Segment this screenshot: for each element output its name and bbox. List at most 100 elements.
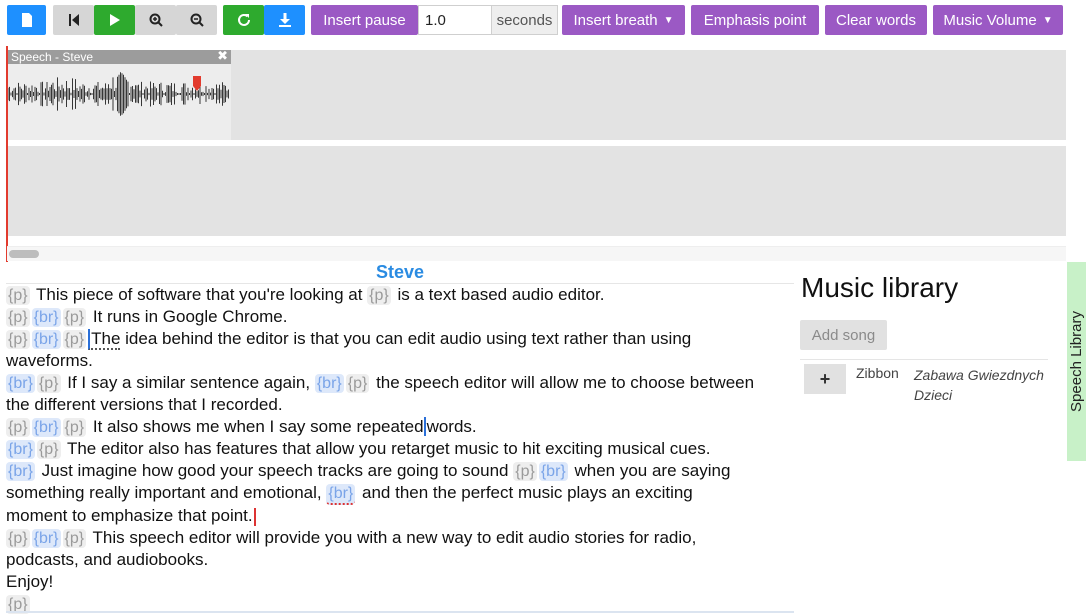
transcript-text[interactable]: Enjoy! [6, 572, 53, 591]
transcript-text[interactable]: waveforms. [6, 351, 93, 370]
transcript-line: waveforms. [6, 350, 794, 372]
speech-library-tab[interactable]: Speech Library [1067, 262, 1086, 461]
transcript-text[interactable]: If I say a similar sentence again, [67, 373, 310, 392]
pause-tag[interactable]: {p} [62, 418, 87, 437]
transcript-text[interactable]: It also shows me when I say some repeate… [93, 417, 424, 436]
emphasis-marker[interactable] [193, 76, 201, 91]
clear-words-button[interactable]: Clear words [825, 5, 927, 35]
insert-breath-dropdown[interactable]: Insert breath ▼ [562, 5, 685, 35]
timeline: Speech - Steve ✖ [0, 44, 1070, 262]
music-volume-dropdown[interactable]: Music Volume ▼ [933, 5, 1063, 35]
insert-pause-button[interactable]: Insert pause [311, 5, 418, 35]
caret-down-icon: ▼ [1042, 14, 1053, 26]
pause-tag[interactable]: {p} [6, 330, 30, 349]
transcript-line: Enjoy! [6, 571, 794, 593]
transcript-text[interactable]: The editor also has features that allow … [67, 439, 710, 458]
transcript-text[interactable]: words. [423, 417, 477, 436]
zoom-out-button[interactable] [176, 5, 217, 35]
pause-tag[interactable]: {p} [6, 529, 30, 548]
song-row: + Zibbon Zabawa Gwiezdnych Dzieci [804, 364, 1048, 408]
transcript-line: {p} {br} {p} It runs in Google Chrome. [6, 306, 794, 328]
breath-tag[interactable]: {br} [6, 374, 35, 393]
refresh-button[interactable] [223, 5, 264, 35]
pause-tag[interactable]: {p} [36, 374, 61, 393]
insert-pause-label: Insert pause [323, 11, 406, 29]
transcript-line: moment to emphasize that point. [6, 505, 794, 527]
divider [800, 359, 1048, 360]
transcript-text[interactable]: the different versions that I recorded. [6, 395, 283, 414]
music-track[interactable] [7, 146, 1066, 236]
breath-tag[interactable]: {br} [6, 440, 35, 459]
breath-tag[interactable]: {br} [31, 529, 61, 548]
music-library-title: Music library [801, 272, 959, 303]
transcript-line: {p} {br} {p} It also shows me when I say s… [6, 416, 794, 438]
pause-tag[interactable]: {p} [6, 286, 30, 305]
add-to-track-button[interactable]: + [804, 364, 846, 394]
clip-title: Speech - Steve [11, 50, 94, 64]
song-title: Zabawa Gwiezdnych Dzieci [914, 367, 1044, 403]
pause-seconds-input[interactable] [418, 5, 492, 35]
pause-tag[interactable]: {p} [62, 330, 87, 349]
file-icon [21, 13, 32, 27]
toolbar: Insert pause seconds Insert breath ▼ Emp… [0, 0, 1086, 40]
pause-tag[interactable]: {p} [345, 374, 370, 393]
transcript-text[interactable]: This piece of software that you're looki… [36, 285, 362, 304]
zoom-in-icon [149, 13, 163, 27]
add-song-button[interactable]: Add song [800, 320, 887, 350]
transcript-text[interactable]: the speech editor will allow me to choos… [376, 373, 754, 392]
transcript-line: {br} Just imagine how good your speech t… [6, 460, 794, 482]
editor-bottom-border [6, 611, 794, 613]
close-icon[interactable]: ✖ [217, 49, 228, 63]
transcript-text[interactable]: The [88, 329, 121, 350]
breath-tag[interactable]: {br} [326, 484, 356, 505]
pause-tag[interactable]: {p} [62, 308, 87, 327]
transcript-text[interactable]: idea behind the editor is that you can e… [125, 329, 691, 348]
emphasis-point-label: Emphasis point [703, 11, 807, 29]
zoom-in-button[interactable] [135, 5, 176, 35]
pause-tag[interactable]: {p} [6, 308, 30, 327]
pause-tag[interactable]: {p} [6, 418, 30, 437]
timeline-scrollbar[interactable] [7, 246, 1066, 261]
pause-tag[interactable]: {p} [36, 440, 61, 459]
refresh-icon [237, 13, 250, 26]
transcript-text[interactable]: podcasts, and audiobooks. [6, 550, 208, 569]
breath-tag[interactable]: {br} [314, 374, 344, 393]
pause-tag[interactable]: {p} [513, 462, 537, 481]
transcript-text[interactable]: is a text based audio editor. [398, 285, 605, 304]
scrollbar-thumb[interactable] [9, 250, 39, 258]
breath-tag[interactable]: {br} [538, 462, 568, 481]
transcript-line: {p} This piece of software that you're l… [6, 284, 794, 306]
transcript-line: {br} {p} If I say a similar sentence agai… [6, 372, 794, 394]
skip-back-button[interactable] [53, 5, 94, 35]
music-volume-label: Music Volume [943, 11, 1037, 29]
clip-header: Speech - Steve ✖ [7, 49, 231, 64]
caret-down-icon: ▼ [663, 14, 674, 26]
breath-tag[interactable]: {br} [31, 330, 61, 349]
transcript-text[interactable]: something really important and emotional… [6, 483, 322, 502]
emphasis-point-button[interactable]: Emphasis point [691, 5, 819, 35]
transcript-text[interactable]: Just imagine how good your speech tracks… [42, 461, 509, 480]
skip-back-icon [68, 14, 79, 26]
transcript-line: podcasts, and audiobooks. [6, 549, 794, 571]
download-button[interactable] [264, 5, 305, 35]
transcript-text[interactable]: This speech editor will provide you with… [93, 528, 697, 547]
breath-tag[interactable]: {br} [31, 418, 61, 437]
transcript-editor[interactable]: {p} This piece of software that you're l… [6, 283, 794, 614]
transcript-text[interactable]: and then the perfect music plays an exci… [362, 483, 693, 502]
transcript-text[interactable]: moment to emphasize that point. [6, 506, 253, 525]
pause-tag[interactable]: {p} [62, 529, 87, 548]
transcript-line: {p} {br} {p} The idea behind the editor is … [6, 328, 794, 350]
speech-clip[interactable]: Speech - Steve ✖ [7, 49, 231, 140]
playhead[interactable] [6, 46, 8, 262]
transcript-line: {br} {p} The editor also has features tha… [6, 438, 794, 460]
new-file-button[interactable] [7, 5, 46, 35]
play-button[interactable] [94, 5, 135, 35]
breath-tag[interactable]: {br} [6, 462, 35, 481]
text-cursor [253, 507, 256, 526]
breath-tag[interactable]: {br} [31, 308, 61, 327]
download-icon [278, 13, 291, 27]
transcript-text[interactable]: It runs in Google Chrome. [93, 307, 288, 326]
pause-tag[interactable]: {p} [367, 286, 391, 305]
transcript-line: something really important and emotional… [6, 482, 794, 505]
transcript-text[interactable]: when you are saying [574, 461, 730, 480]
